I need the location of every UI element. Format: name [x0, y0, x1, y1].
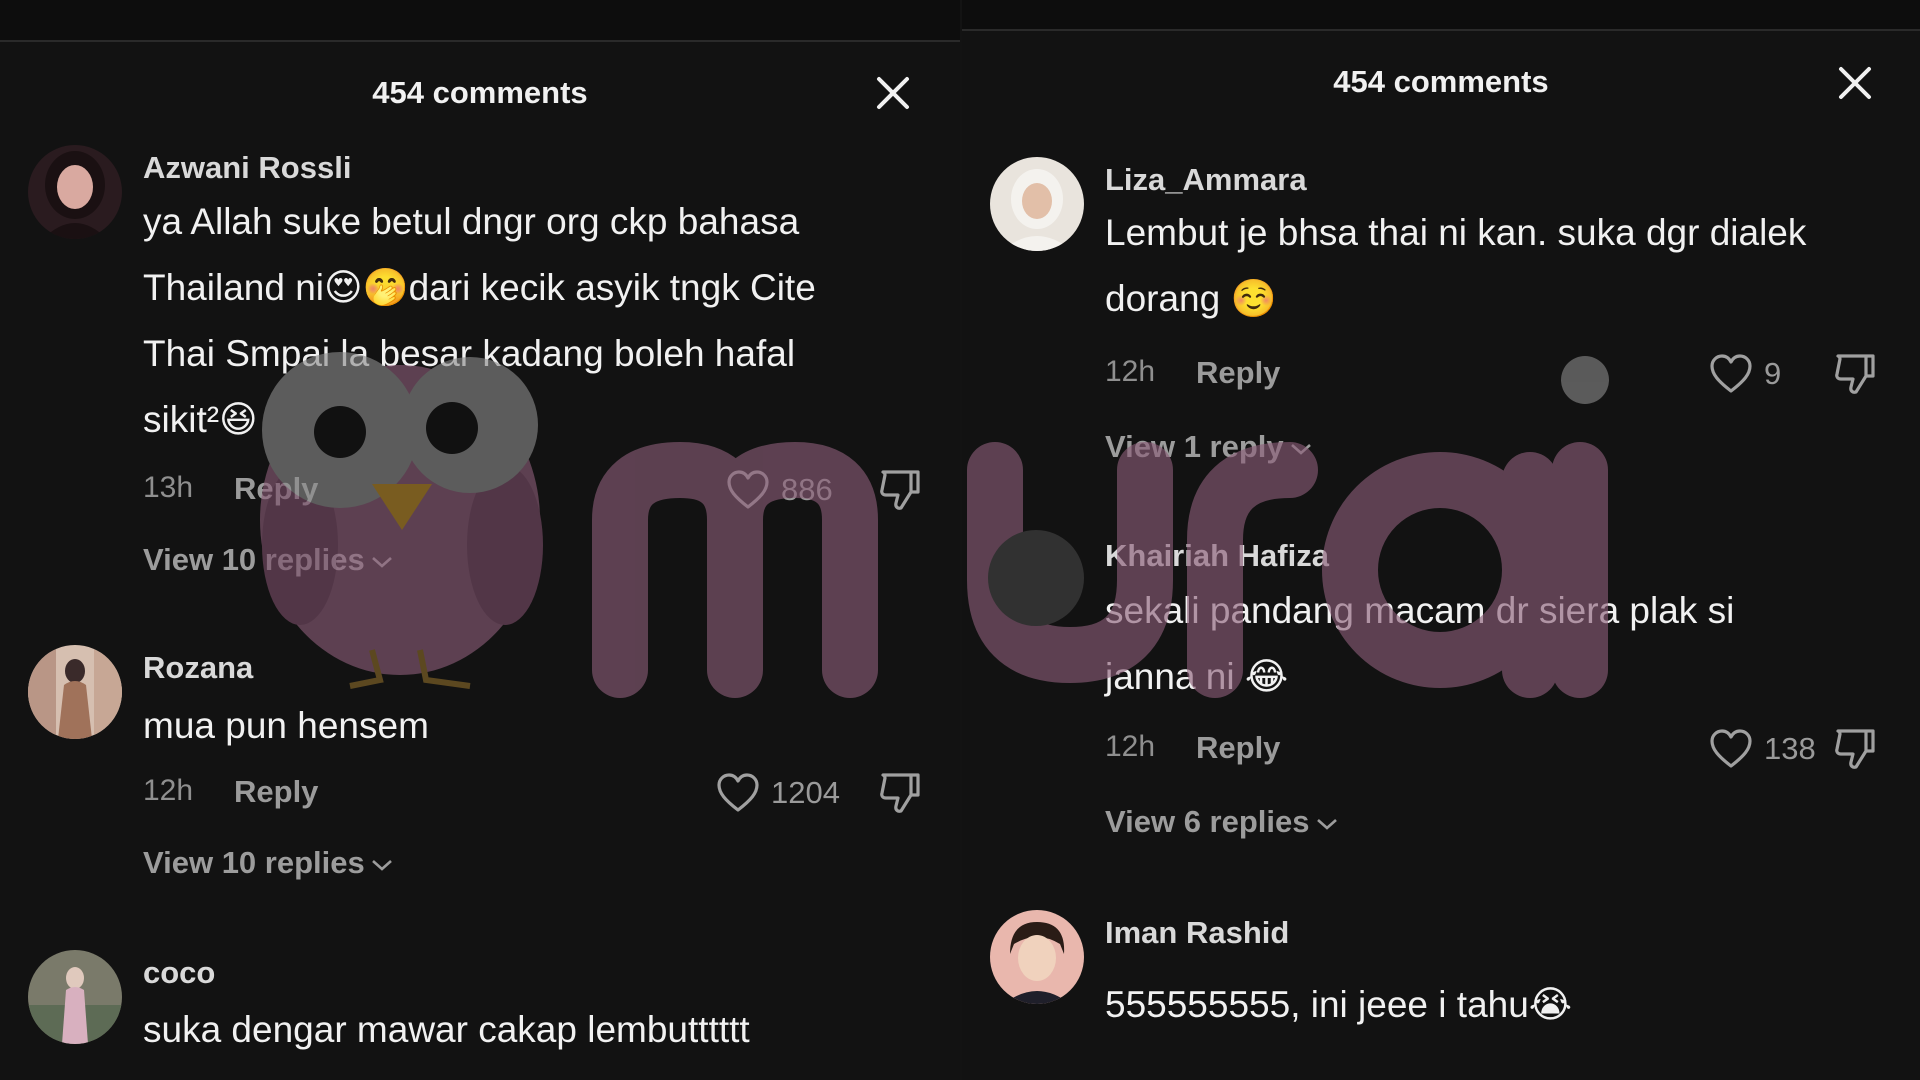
comment-line: Thai Smpai la besar kadang boleh hafal [143, 333, 796, 374]
view-replies-label: View 10 replies [143, 542, 365, 577]
top-bar [0, 0, 960, 42]
comment-line: Lembut je bhsa thai ni kan. suka dgr dia… [1105, 212, 1807, 253]
avatar[interactable] [990, 157, 1084, 251]
avatar[interactable] [28, 645, 122, 739]
comment-time: 13h [143, 471, 194, 504]
comment-text: suka dengar mawar cakap lembutttttt [143, 997, 750, 1063]
reply-button[interactable]: Reply [1196, 730, 1280, 766]
comment-text: mua pun hensem [143, 693, 429, 759]
comment-line: janna ni 😂 [1105, 656, 1289, 697]
like-count: 1204 [771, 775, 840, 810]
like-count: 886 [781, 472, 833, 507]
comment-author[interactable]: coco [143, 955, 215, 991]
view-replies-label: View 1 reply [1105, 429, 1284, 464]
view-replies-label: View 6 replies [1105, 804, 1310, 839]
thumbs-down-icon[interactable] [1832, 726, 1878, 772]
like-count: 9 [1764, 356, 1782, 391]
chevron-down-icon [1290, 443, 1311, 455]
thumbs-down-icon[interactable] [1832, 351, 1878, 397]
comment-line: mua pun hensem [143, 705, 429, 746]
comments-panel-right: 454 comments Liza_Ammara Lembut je bhsa … [962, 0, 1920, 1080]
comment-author[interactable]: Khairiah Hafiza [1105, 538, 1329, 574]
heart-outline-icon [727, 470, 769, 509]
heart-outline-icon [1710, 729, 1752, 768]
close-icon[interactable] [1838, 66, 1872, 100]
comment-line: Thailand ni😍🤭dari kecik asyik tngk Cite [143, 267, 816, 308]
thumbs-down-icon[interactable] [877, 770, 923, 816]
view-replies-button[interactable]: View 6 replies [1105, 804, 1338, 840]
comment-text: 555555555, ini jeee i tahu😭 [1105, 972, 1572, 1038]
comment-meta: 12h Reply 1204 [143, 770, 923, 814]
comment-time: 12h [1105, 730, 1156, 763]
view-replies-button[interactable]: View 10 replies [143, 542, 393, 578]
thumbs-down-icon[interactable] [877, 467, 923, 513]
comments-count-header: 454 comments [372, 75, 588, 110]
reply-button[interactable]: Reply [1196, 355, 1280, 391]
comment-line: 555555555, ini jeee i tahu😭 [1105, 984, 1573, 1025]
comment-text: Lembut je bhsa thai ni kan. suka dgr dia… [1105, 200, 1806, 332]
view-replies-button[interactable]: View 1 reply [1105, 429, 1312, 465]
heart-outline-icon [1710, 354, 1752, 393]
avatar[interactable] [28, 950, 122, 1044]
comment-line: suka dengar mawar cakap lembutttttt [143, 1009, 750, 1050]
comment-time: 12h [143, 774, 194, 807]
comment-meta: 12h Reply 9 [1105, 351, 1885, 395]
comment-author[interactable]: Azwani Rossli [143, 150, 351, 186]
top-bar [962, 0, 1920, 31]
comment-author[interactable]: Rozana [143, 650, 253, 686]
comment-line: ya Allah suke betul dngr org ckp bahasa [143, 201, 800, 242]
comment-line: sikit²😆 [143, 399, 258, 440]
chevron-down-icon [1316, 818, 1337, 830]
comment-line: dorang ☺️ [1105, 278, 1277, 319]
comment-meta: 13h Reply 886 [143, 467, 923, 511]
chevron-down-icon [371, 556, 392, 568]
comments-count-header: 454 comments [1333, 64, 1549, 99]
like-count: 138 [1764, 731, 1816, 766]
avatar[interactable] [28, 145, 122, 239]
comment-line: sekali pandang macam dr siera plak si [1105, 590, 1735, 631]
close-icon[interactable] [876, 76, 910, 110]
view-replies-button[interactable]: View 10 replies [143, 845, 393, 881]
comment-time: 12h [1105, 355, 1156, 388]
comment-text: ya Allah suke betul dngr org ckp bahasa … [143, 189, 816, 453]
reply-button[interactable]: Reply [234, 774, 318, 810]
heart-outline-icon [717, 773, 759, 812]
comments-panel-left: 454 comments Azwani Rossli ya Allah suke… [0, 0, 960, 1080]
comment-text: sekali pandang macam dr siera plak si ja… [1105, 578, 1734, 710]
comment-meta: 12h Reply 138 [1105, 726, 1885, 770]
avatar[interactable] [990, 910, 1084, 1004]
comment-author[interactable]: Liza_Ammara [1105, 162, 1307, 198]
chevron-down-icon [371, 859, 392, 871]
reply-button[interactable]: Reply [234, 471, 318, 507]
comment-author[interactable]: Iman Rashid [1105, 915, 1289, 951]
view-replies-label: View 10 replies [143, 845, 365, 880]
